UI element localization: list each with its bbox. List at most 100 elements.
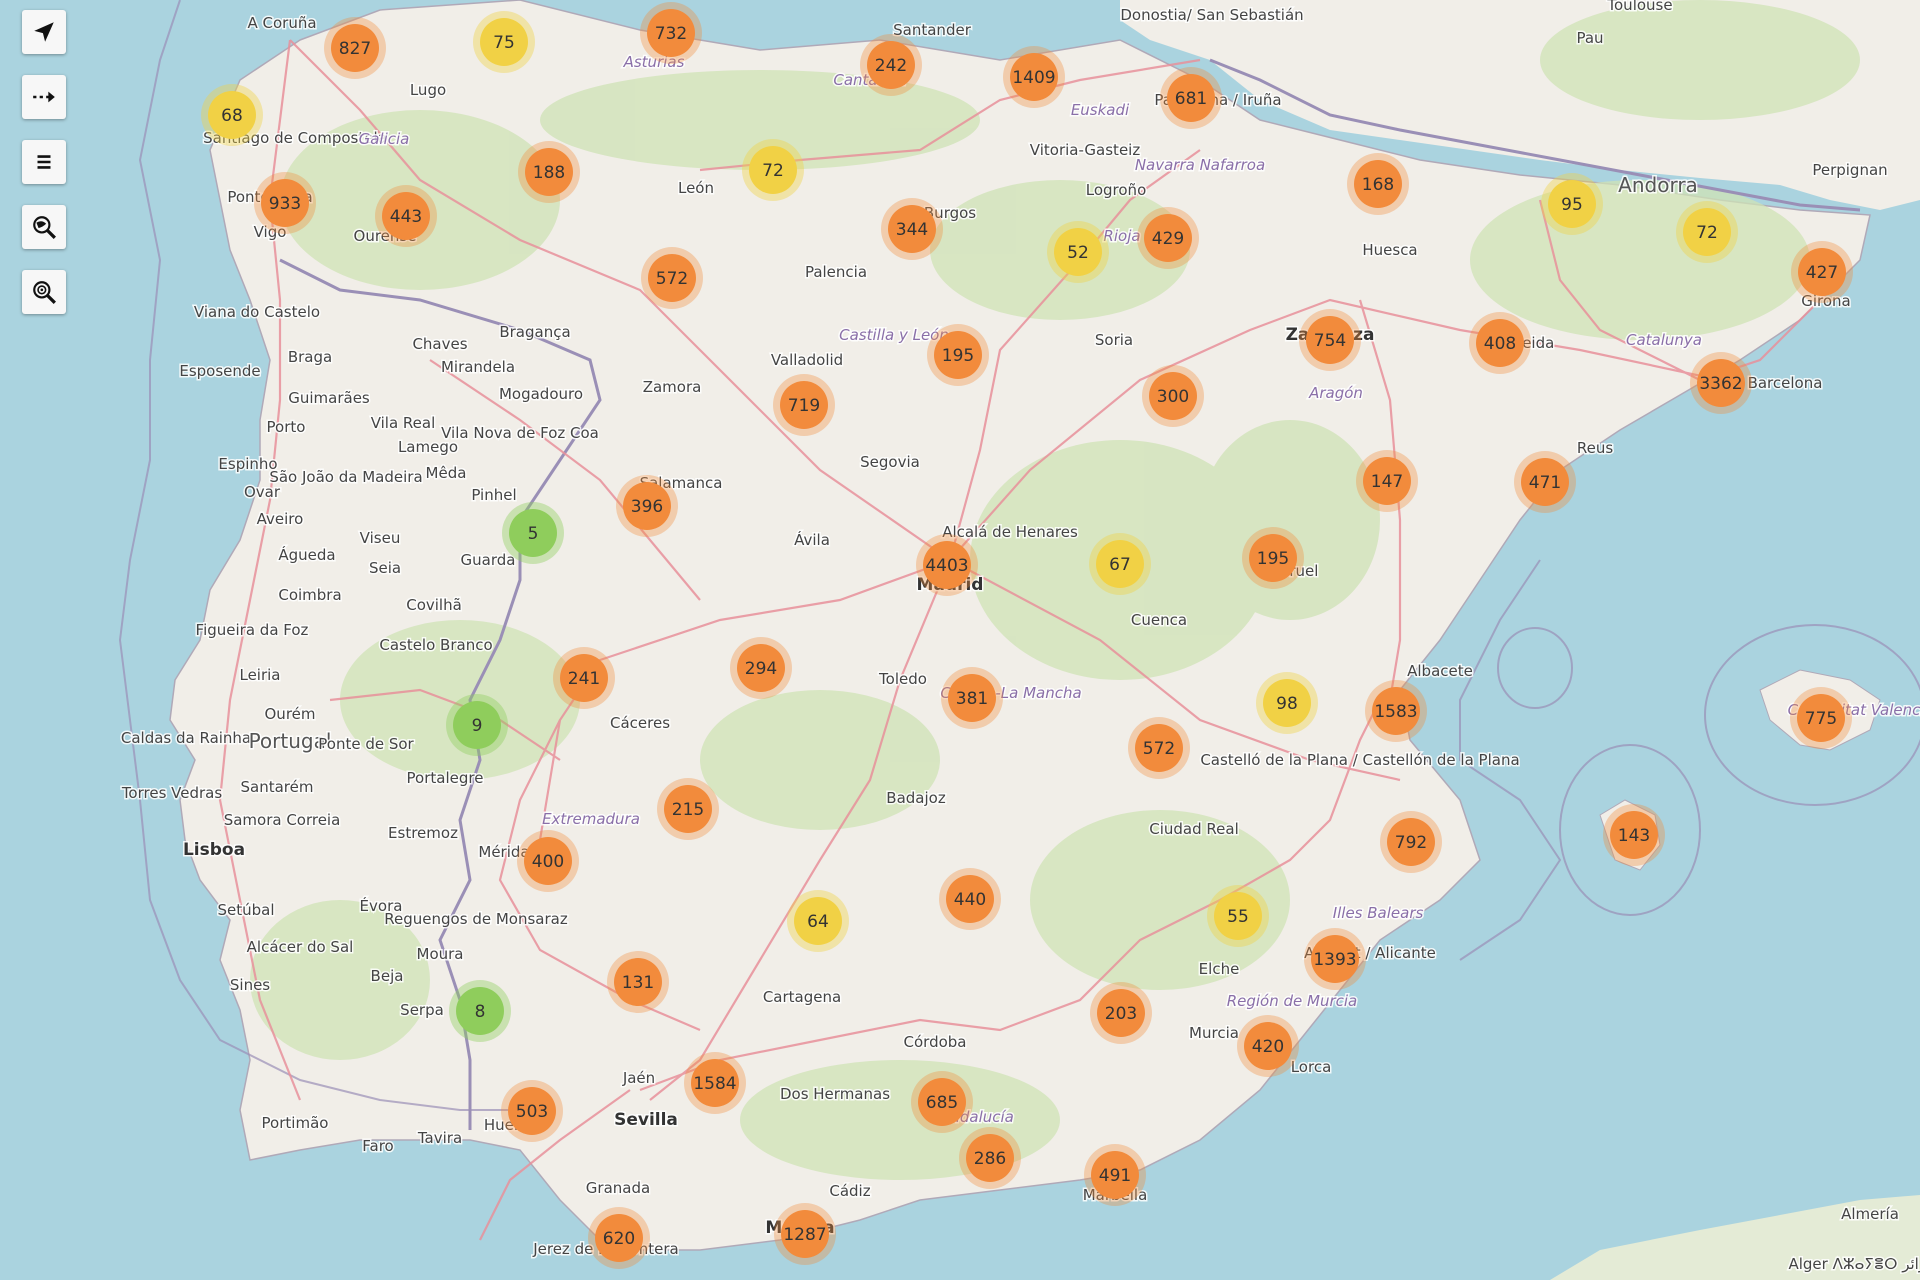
cluster-count: 381 xyxy=(956,689,988,709)
cluster-marker[interactable]: 300 xyxy=(1142,365,1204,427)
cluster-marker[interactable]: 215 xyxy=(657,778,719,840)
map-canvas[interactable]: A CoruñaLugoSantiago de CompostelaGalici… xyxy=(0,0,1920,1280)
cluster-marker[interactable]: 242 xyxy=(860,34,922,96)
cluster-marker[interactable]: 98 xyxy=(1256,672,1318,734)
cluster-count: 344 xyxy=(896,220,928,240)
cluster-marker[interactable]: 72 xyxy=(1676,201,1738,263)
cluster-marker[interactable]: 719 xyxy=(773,374,835,436)
cluster-marker[interactable]: 241 xyxy=(553,647,615,709)
cluster-marker[interactable]: 681 xyxy=(1160,67,1222,129)
cluster-marker[interactable]: 203 xyxy=(1090,982,1152,1044)
cluster-count: 933 xyxy=(269,194,301,214)
place-label: Figueira da Foz xyxy=(196,621,309,639)
cluster-count: 300 xyxy=(1157,387,1189,407)
cluster-marker[interactable]: 381 xyxy=(941,667,1003,729)
place-label: Elche xyxy=(1199,960,1240,978)
cluster-marker[interactable]: 286 xyxy=(959,1127,1021,1189)
cluster-marker[interactable]: 491 xyxy=(1084,1144,1146,1206)
cluster-marker[interactable]: 195 xyxy=(927,324,989,386)
cluster-marker[interactable]: 67 xyxy=(1089,533,1151,595)
place-label: Barcelona xyxy=(1748,374,1823,392)
cluster-marker[interactable]: 68 xyxy=(201,84,263,146)
cluster-marker[interactable]: 52 xyxy=(1047,221,1109,283)
place-label: Setúbal xyxy=(217,901,274,919)
cluster-marker[interactable]: 440 xyxy=(939,868,1001,930)
map-toolbar xyxy=(22,10,66,335)
cluster-marker[interactable]: 396 xyxy=(616,475,678,537)
place-label: Soria xyxy=(1095,331,1133,349)
cluster-marker[interactable]: 685 xyxy=(911,1071,973,1133)
cluster-count: 55 xyxy=(1227,907,1249,927)
cluster-marker[interactable]: 827 xyxy=(324,17,386,79)
cluster-marker[interactable]: 732 xyxy=(640,2,702,64)
place-label: Badajoz xyxy=(886,789,946,807)
cluster-count: 792 xyxy=(1395,833,1427,853)
cluster-count: 67 xyxy=(1109,555,1131,575)
cluster-marker[interactable]: 75 xyxy=(473,11,535,73)
cluster-marker[interactable]: 147 xyxy=(1356,450,1418,512)
cluster-marker[interactable]: 55 xyxy=(1207,885,1269,947)
cluster-marker[interactable]: 1583 xyxy=(1365,680,1427,742)
cluster-marker[interactable]: 443 xyxy=(375,185,437,247)
zoom-in-button[interactable] xyxy=(22,205,66,249)
cluster-marker[interactable]: 1287 xyxy=(774,1203,836,1265)
cluster-marker[interactable]: 168 xyxy=(1347,153,1409,215)
cluster-marker[interactable]: 471 xyxy=(1514,451,1576,513)
place-label: Cartagena xyxy=(763,988,841,1006)
cluster-marker[interactable]: 344 xyxy=(881,198,943,260)
cluster-marker[interactable]: 1393 xyxy=(1304,928,1366,990)
cluster-marker[interactable]: 143 xyxy=(1603,804,1665,866)
cluster-count: 1584 xyxy=(693,1074,736,1094)
cluster-marker[interactable]: 294 xyxy=(730,637,792,699)
zoom-out-button[interactable] xyxy=(22,270,66,314)
cluster-count: 286 xyxy=(974,1149,1006,1169)
cluster-marker[interactable]: 64 xyxy=(787,890,849,952)
place-label: Lorca xyxy=(1291,1058,1332,1076)
cluster-marker[interactable]: 420 xyxy=(1237,1015,1299,1077)
cluster-marker[interactable]: 4403 xyxy=(916,534,978,596)
cluster-marker[interactable]: 188 xyxy=(518,141,580,203)
cluster-marker[interactable]: 775 xyxy=(1790,687,1852,749)
cluster-count: 471 xyxy=(1529,473,1561,493)
cluster-marker[interactable]: 620 xyxy=(588,1207,650,1269)
cluster-marker[interactable]: 408 xyxy=(1469,312,1531,374)
place-label: Mêda xyxy=(426,464,467,482)
menu-button[interactable] xyxy=(22,140,66,184)
cluster-marker[interactable]: 429 xyxy=(1137,207,1199,269)
cluster-marker[interactable]: 8 xyxy=(449,980,511,1042)
place-label: Granada xyxy=(586,1179,650,1197)
cluster-marker[interactable]: 503 xyxy=(501,1080,563,1142)
cluster-marker[interactable]: 400 xyxy=(517,830,579,892)
place-label: Cáceres xyxy=(610,714,670,732)
cluster-marker[interactable]: 1584 xyxy=(684,1052,746,1114)
place-label: Guarda xyxy=(461,551,516,569)
cluster-marker[interactable]: 5 xyxy=(502,502,564,564)
cluster-marker[interactable]: 95 xyxy=(1541,173,1603,235)
place-label: Reus xyxy=(1577,439,1613,457)
cluster-marker[interactable]: 427 xyxy=(1791,241,1853,303)
cluster-count: 1287 xyxy=(783,1225,826,1245)
cluster-marker[interactable]: 9 xyxy=(446,694,508,756)
place-label: Faro xyxy=(362,1137,393,1155)
cluster-marker[interactable]: 933 xyxy=(254,172,316,234)
cluster-marker[interactable]: 1409 xyxy=(1003,46,1065,108)
place-label: Ourém xyxy=(265,705,316,723)
cluster-count: 503 xyxy=(516,1102,548,1122)
cluster-marker[interactable]: 131 xyxy=(607,951,669,1013)
cluster-marker[interactable]: 572 xyxy=(1128,717,1190,779)
place-label: Albacete xyxy=(1407,662,1473,680)
route-button[interactable] xyxy=(22,75,66,119)
place-label: Samora Correia xyxy=(224,811,341,829)
place-label: Andorra xyxy=(1618,173,1698,197)
cluster-marker[interactable]: 572 xyxy=(641,247,703,309)
cluster-marker[interactable]: 195 xyxy=(1242,527,1304,589)
cluster-marker[interactable]: 754 xyxy=(1299,309,1361,371)
hamburger-menu-icon xyxy=(37,155,51,169)
cluster-marker[interactable]: 792 xyxy=(1380,811,1442,873)
cluster-marker[interactable]: 72 xyxy=(742,139,804,201)
locate-button[interactable] xyxy=(22,10,66,54)
cluster-count: 732 xyxy=(655,24,687,44)
place-label: Toledo xyxy=(878,670,927,688)
place-label: Vila Nova de Foz Coa xyxy=(441,424,599,442)
cluster-marker[interactable]: 3362 xyxy=(1690,352,1752,414)
